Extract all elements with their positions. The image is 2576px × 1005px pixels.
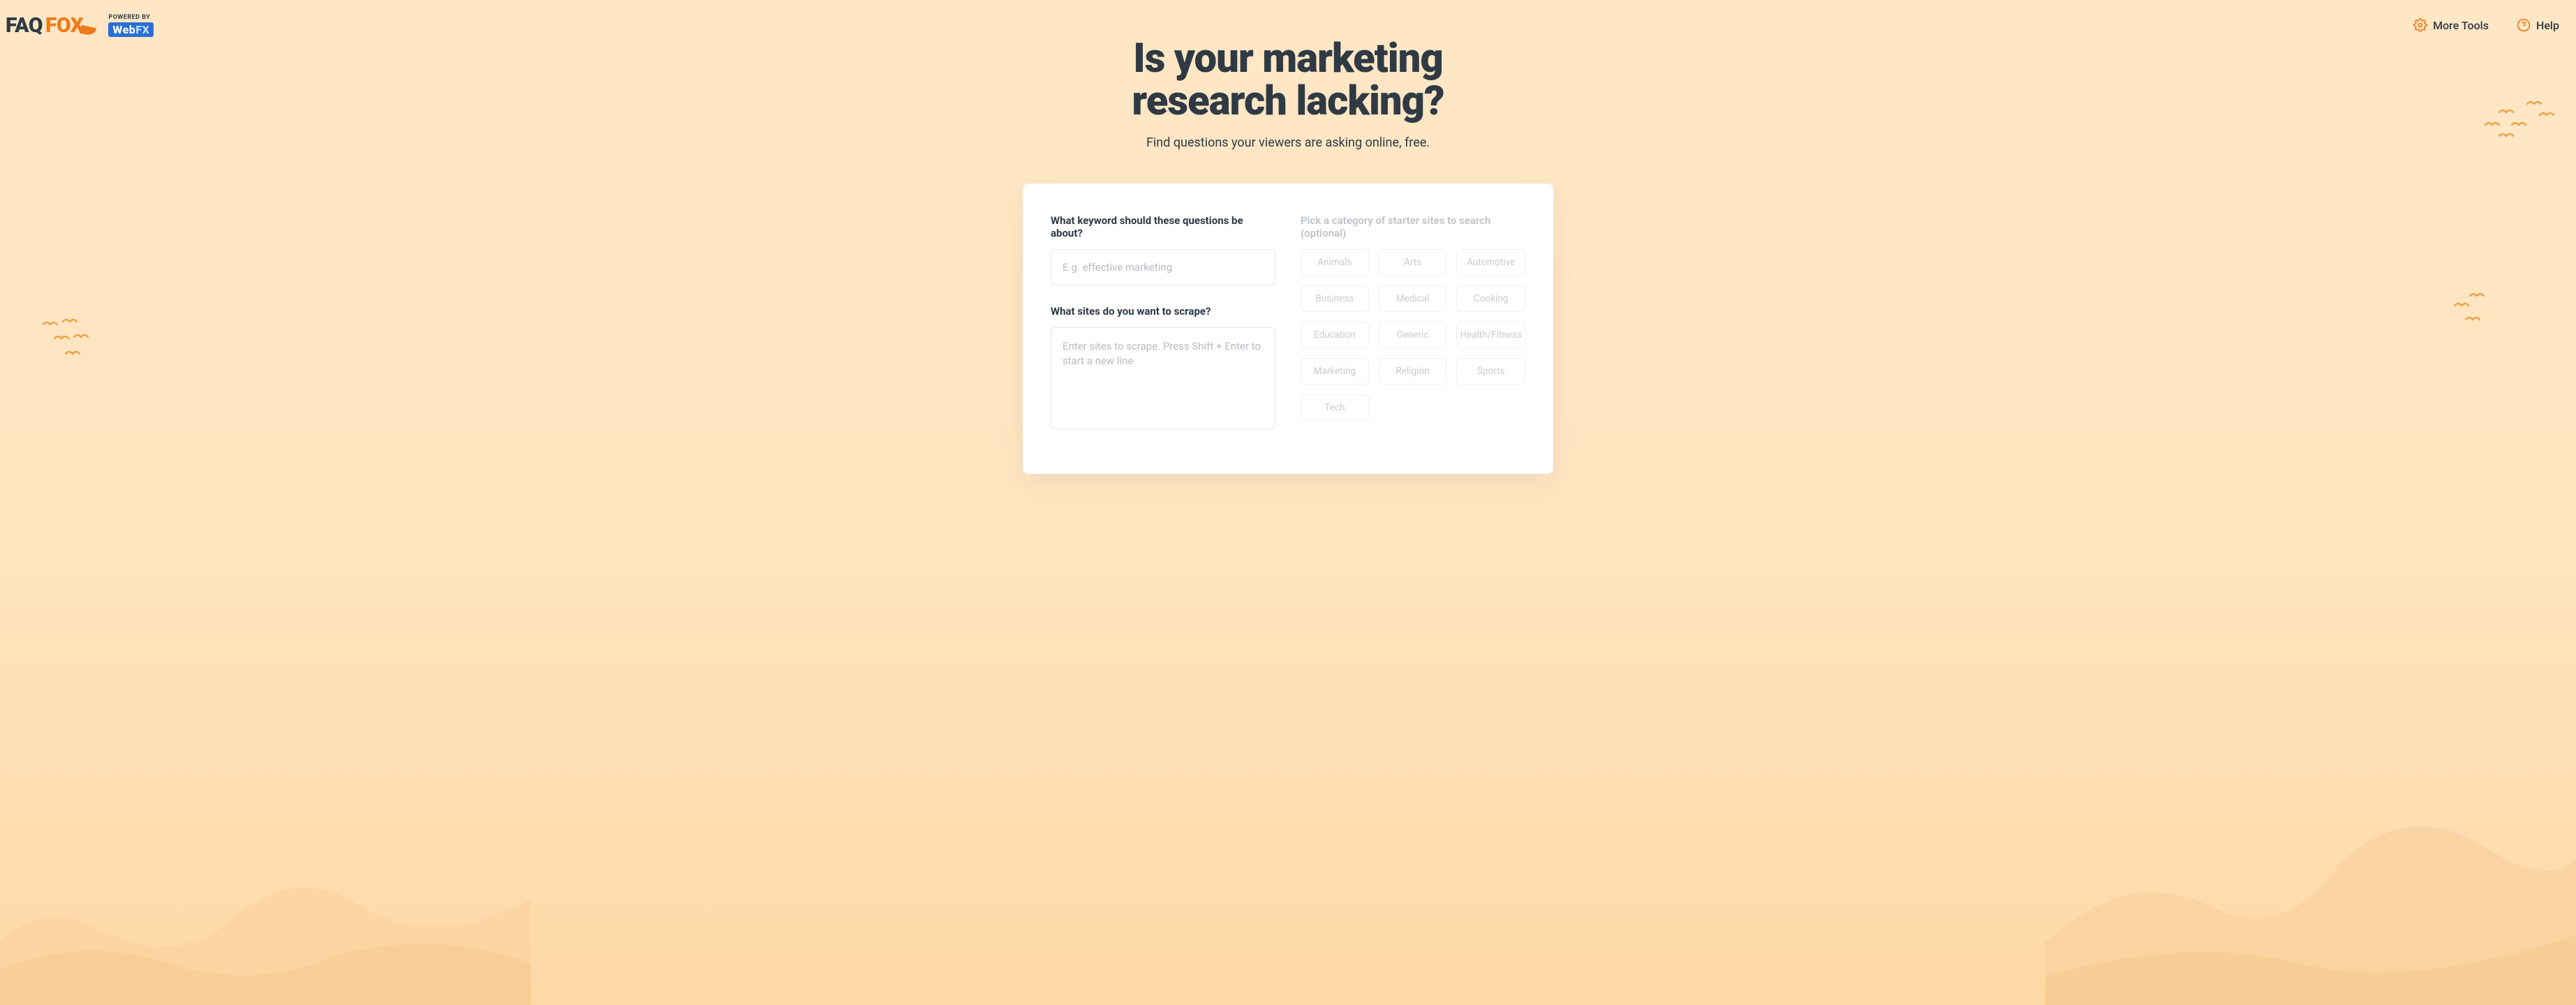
category-chip[interactable]: Health/Fitness (1456, 322, 1525, 348)
decor-birds-left (42, 318, 105, 366)
hero-title-line2: research lacking? (1132, 77, 1444, 125)
logo-text: FAQ FOX (6, 13, 83, 38)
decor-birds-mid-right (2450, 293, 2492, 328)
hero-title: Is your marketing research lacking? (0, 38, 2576, 123)
sites-textarea[interactable] (1051, 327, 1275, 429)
powered-by: POWERED BY WebFX (108, 14, 154, 37)
logo-text-faq: FAQ (6, 13, 43, 38)
form-card: What keyword should these questions be a… (1023, 184, 1553, 474)
hero-subtitle: Find questions your viewers are asking o… (0, 135, 2576, 150)
category-label: Pick a category of starter sites to sear… (1301, 214, 1525, 239)
help-link[interactable]: Help (2517, 18, 2559, 32)
category-chip[interactable]: Tech (1301, 394, 1369, 421)
decor-hill-left (0, 824, 531, 1005)
webfx-badge: WebFX (108, 22, 154, 37)
category-chip[interactable]: Business (1301, 285, 1369, 312)
category-chip[interactable]: Arts (1379, 249, 1447, 276)
help-icon (2517, 18, 2531, 32)
category-chip[interactable]: Education (1301, 322, 1369, 348)
category-chip[interactable]: Medical (1379, 285, 1447, 312)
keyword-input[interactable] (1051, 249, 1275, 285)
category-chip[interactable]: Cooking (1456, 285, 1525, 312)
gear-icon (2413, 18, 2427, 32)
help-label: Help (2536, 19, 2559, 32)
category-chip[interactable]: Sports (1456, 358, 1525, 385)
sites-label: What sites do you want to scrape? (1051, 305, 1275, 318)
logo-text-fox: FOX (45, 13, 83, 38)
category-chip[interactable]: Generic (1379, 322, 1447, 348)
more-tools-label: More Tools (2433, 19, 2489, 32)
header-links: More Tools Help (2413, 18, 2570, 32)
category-grid: Animals Arts Automotive Business Medical Cook… (1301, 249, 1525, 421)
webfx-badge-b: FX (135, 23, 149, 36)
more-tools-link[interactable]: More Tools (2413, 18, 2489, 32)
decor-hill-right (2045, 782, 2576, 1005)
form-left-column: What keyword should these questions be a… (1051, 214, 1275, 432)
category-chip[interactable]: Animals (1301, 249, 1369, 276)
category-chip[interactable]: Marketing (1301, 358, 1369, 385)
header: FAQ FOX POWERED BY WebFX More Tools Help (0, 0, 2576, 50)
webfx-badge-a: Web (112, 23, 135, 36)
category-chip[interactable]: Automotive (1456, 249, 1525, 276)
logo[interactable]: FAQ FOX POWERED BY WebFX (6, 13, 154, 38)
category-chip[interactable]: Religion (1379, 358, 1447, 385)
powered-by-label: POWERED BY (108, 14, 150, 21)
keyword-label: What keyword should these questions be a… (1051, 214, 1275, 239)
form-right-column: Pick a category of starter sites to sear… (1301, 214, 1525, 432)
